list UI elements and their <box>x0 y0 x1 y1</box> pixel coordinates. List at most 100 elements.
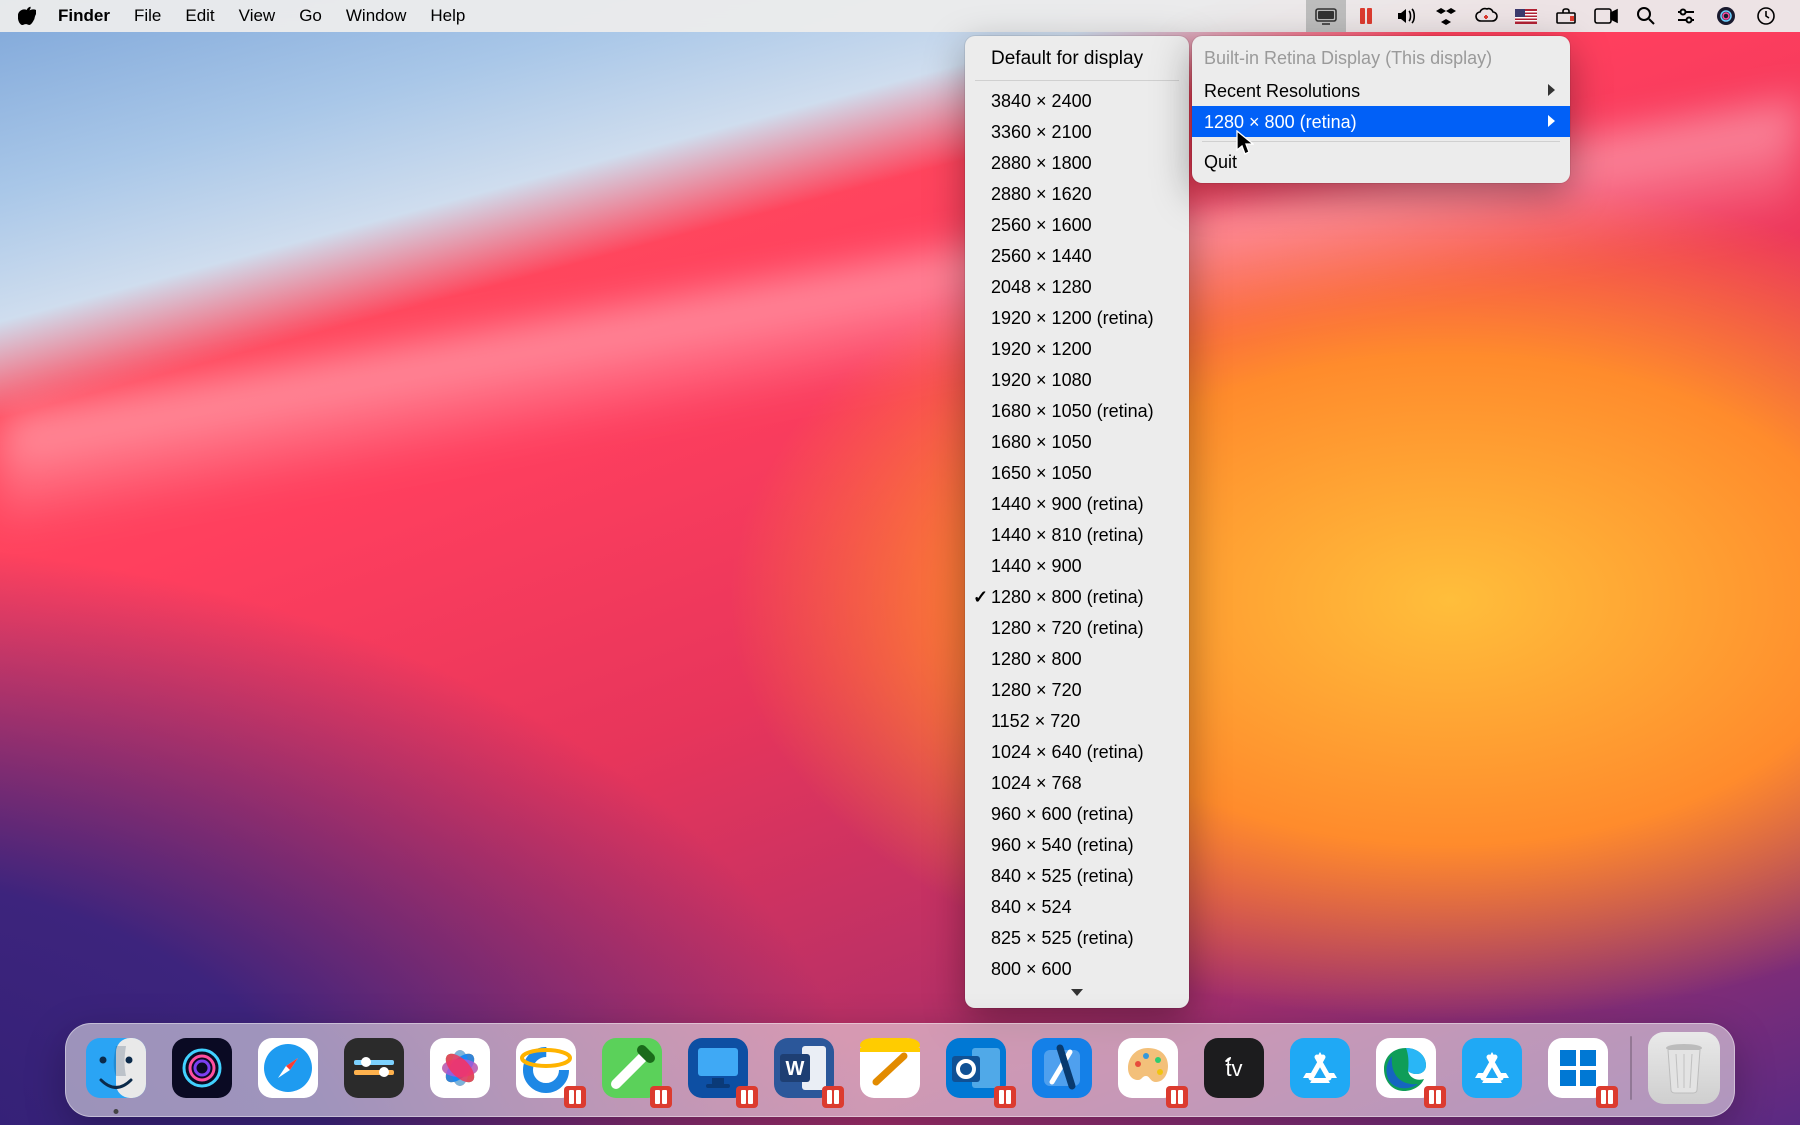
display-menu-icon[interactable] <box>1306 0 1346 32</box>
resolution-option-label: 1920 × 1080 <box>991 368 1092 392</box>
display-submenu-header: Built-in Retina Display (This display) <box>1192 42 1570 75</box>
running-indicator <box>114 1109 119 1114</box>
resolution-option[interactable]: 2560 × 1600 <box>965 209 1189 240</box>
resolution-option[interactable]: ✓1280 × 800 (retina) <box>965 581 1189 612</box>
dock-app-compressor[interactable] <box>338 1032 410 1104</box>
menu-view[interactable]: View <box>227 0 288 32</box>
resolution-option[interactable]: 1680 × 1050 (retina) <box>965 395 1189 426</box>
app-name[interactable]: Finder <box>46 0 122 32</box>
dock-app-photos[interactable] <box>424 1032 496 1104</box>
idrive-icon[interactable] <box>1466 0 1506 32</box>
resolution-option-label: 1680 × 1050 <box>991 430 1092 454</box>
flag-us-icon[interactable] <box>1506 0 1546 32</box>
resolution-option-label: 1440 × 900 <box>991 554 1082 578</box>
resolution-option-label: 840 × 525 (retina) <box>991 864 1134 888</box>
resolution-option[interactable]: 960 × 600 (retina) <box>965 798 1189 829</box>
dock-app-notes[interactable] <box>854 1032 926 1104</box>
scroll-down-arrow[interactable] <box>965 984 1189 1000</box>
dock: Wtv <box>65 1023 1735 1117</box>
menu-go[interactable]: Go <box>287 0 334 32</box>
resolution-option-label: 1440 × 810 (retina) <box>991 523 1144 547</box>
resolution-option[interactable]: 1024 × 640 (retina) <box>965 736 1189 767</box>
resolution-option[interactable]: 1440 × 900 (retina) <box>965 488 1189 519</box>
dock-app-ie[interactable] <box>510 1032 582 1104</box>
dock-app-apple-tv[interactable]: tv <box>1198 1032 1270 1104</box>
dock-app-safari[interactable] <box>252 1032 324 1104</box>
menu-file[interactable]: File <box>122 0 173 32</box>
dock-trash[interactable] <box>1648 1032 1720 1104</box>
parallels-badge-icon <box>736 1086 758 1108</box>
resolution-option-label: 1024 × 640 (retina) <box>991 740 1144 764</box>
dock-app-finder[interactable] <box>80 1032 152 1104</box>
resolution-option-label: 825 × 525 (retina) <box>991 926 1134 950</box>
dock-app-freeform[interactable] <box>596 1032 668 1104</box>
dock-app-edge[interactable] <box>1370 1032 1442 1104</box>
siri-status-icon[interactable] <box>1706 0 1746 32</box>
resolution-option-label: 1280 × 720 (retina) <box>991 616 1144 640</box>
menu-window[interactable]: Window <box>334 0 418 32</box>
resolution-option[interactable]: 840 × 524 <box>965 891 1189 922</box>
resolution-option[interactable]: 3840 × 2400 <box>965 85 1189 116</box>
resolution-option[interactable]: 960 × 540 (retina) <box>965 829 1189 860</box>
parallels-pause-icon[interactable] <box>1346 0 1386 32</box>
resolution-option[interactable]: 1440 × 810 (retina) <box>965 519 1189 550</box>
dock-app-app-store[interactable] <box>1284 1032 1356 1104</box>
chevron-right-icon <box>1526 79 1556 103</box>
status-icons <box>1306 0 1786 32</box>
dock-app-remote-desktop[interactable] <box>682 1032 754 1104</box>
resolution-option[interactable]: 840 × 525 (retina) <box>965 860 1189 891</box>
menu-edit[interactable]: Edit <box>173 0 226 32</box>
spotlight-icon[interactable] <box>1626 0 1666 32</box>
resolution-option[interactable]: 1280 × 720 <box>965 674 1189 705</box>
resolution-option[interactable]: 800 × 600 <box>965 953 1189 984</box>
parallels-badge-icon <box>1424 1086 1446 1108</box>
resolution-option[interactable]: 2560 × 1440 <box>965 240 1189 271</box>
dock-app-windows[interactable] <box>1542 1032 1614 1104</box>
control-center-icon[interactable] <box>1666 0 1706 32</box>
resolution-option[interactable]: 825 × 525 (retina) <box>965 922 1189 953</box>
toolbox-icon[interactable] <box>1546 0 1586 32</box>
dock-app-outlook[interactable] <box>940 1032 1012 1104</box>
resolution-option[interactable]: 1920 × 1200 <box>965 333 1189 364</box>
resolution-option[interactable]: 1440 × 900 <box>965 550 1189 581</box>
quit-item[interactable]: Quit <box>1192 146 1570 177</box>
resolution-menu-header[interactable]: Default for display <box>965 42 1189 76</box>
resolution-option[interactable]: 2880 × 1800 <box>965 147 1189 178</box>
resolution-option-label: 1440 × 900 (retina) <box>991 492 1144 516</box>
resolution-option[interactable]: 1920 × 1080 <box>965 364 1189 395</box>
dock-app-paint[interactable] <box>1112 1032 1184 1104</box>
clock-icon[interactable] <box>1746 0 1786 32</box>
resolution-option-label: 960 × 600 (retina) <box>991 802 1134 826</box>
dock-app-word[interactable]: W <box>768 1032 840 1104</box>
resolution-option-label: 3360 × 2100 <box>991 120 1092 144</box>
resolution-option[interactable]: 3360 × 2100 <box>965 116 1189 147</box>
resolution-option[interactable]: 1280 × 800 <box>965 643 1189 674</box>
volume-icon[interactable] <box>1386 0 1426 32</box>
dock-app-xcode[interactable] <box>1026 1032 1098 1104</box>
resolution-option[interactable]: 1680 × 1050 <box>965 426 1189 457</box>
resolution-option[interactable]: 2048 × 1280 <box>965 271 1189 302</box>
screen-record-icon[interactable] <box>1586 0 1626 32</box>
dock-app-siri[interactable] <box>166 1032 238 1104</box>
dropbox-icon[interactable] <box>1426 0 1466 32</box>
resolution-option[interactable]: 1152 × 720 <box>965 705 1189 736</box>
resolution-option[interactable]: 2880 × 1620 <box>965 178 1189 209</box>
resolution-option-label: 1680 × 1050 (retina) <box>991 399 1154 423</box>
resolution-option-label: 1024 × 768 <box>991 771 1082 795</box>
apple-menu[interactable] <box>14 6 46 26</box>
chevron-right-icon <box>1526 110 1556 134</box>
current-resolution-item[interactable]: 1280 × 800 (retina) <box>1192 106 1570 137</box>
menu-help[interactable]: Help <box>418 0 477 32</box>
resolution-option-label: 1280 × 800 <box>991 647 1082 671</box>
checkmark-icon: ✓ <box>973 585 988 609</box>
display-submenu: Built-in Retina Display (This display) R… <box>1192 36 1570 183</box>
resolution-option[interactable]: 1920 × 1200 (retina) <box>965 302 1189 333</box>
resolution-option[interactable]: 1650 × 1050 <box>965 457 1189 488</box>
resolution-option-label: 1920 × 1200 <box>991 337 1092 361</box>
resolution-option-label: 2880 × 1800 <box>991 151 1092 175</box>
recent-resolutions-item[interactable]: Recent Resolutions <box>1192 75 1570 106</box>
resolution-option[interactable]: 1024 × 768 <box>965 767 1189 798</box>
resolution-option-label: 1280 × 800 (retina) <box>991 585 1144 609</box>
resolution-option[interactable]: 1280 × 720 (retina) <box>965 612 1189 643</box>
dock-app-ms-store[interactable] <box>1456 1032 1528 1104</box>
